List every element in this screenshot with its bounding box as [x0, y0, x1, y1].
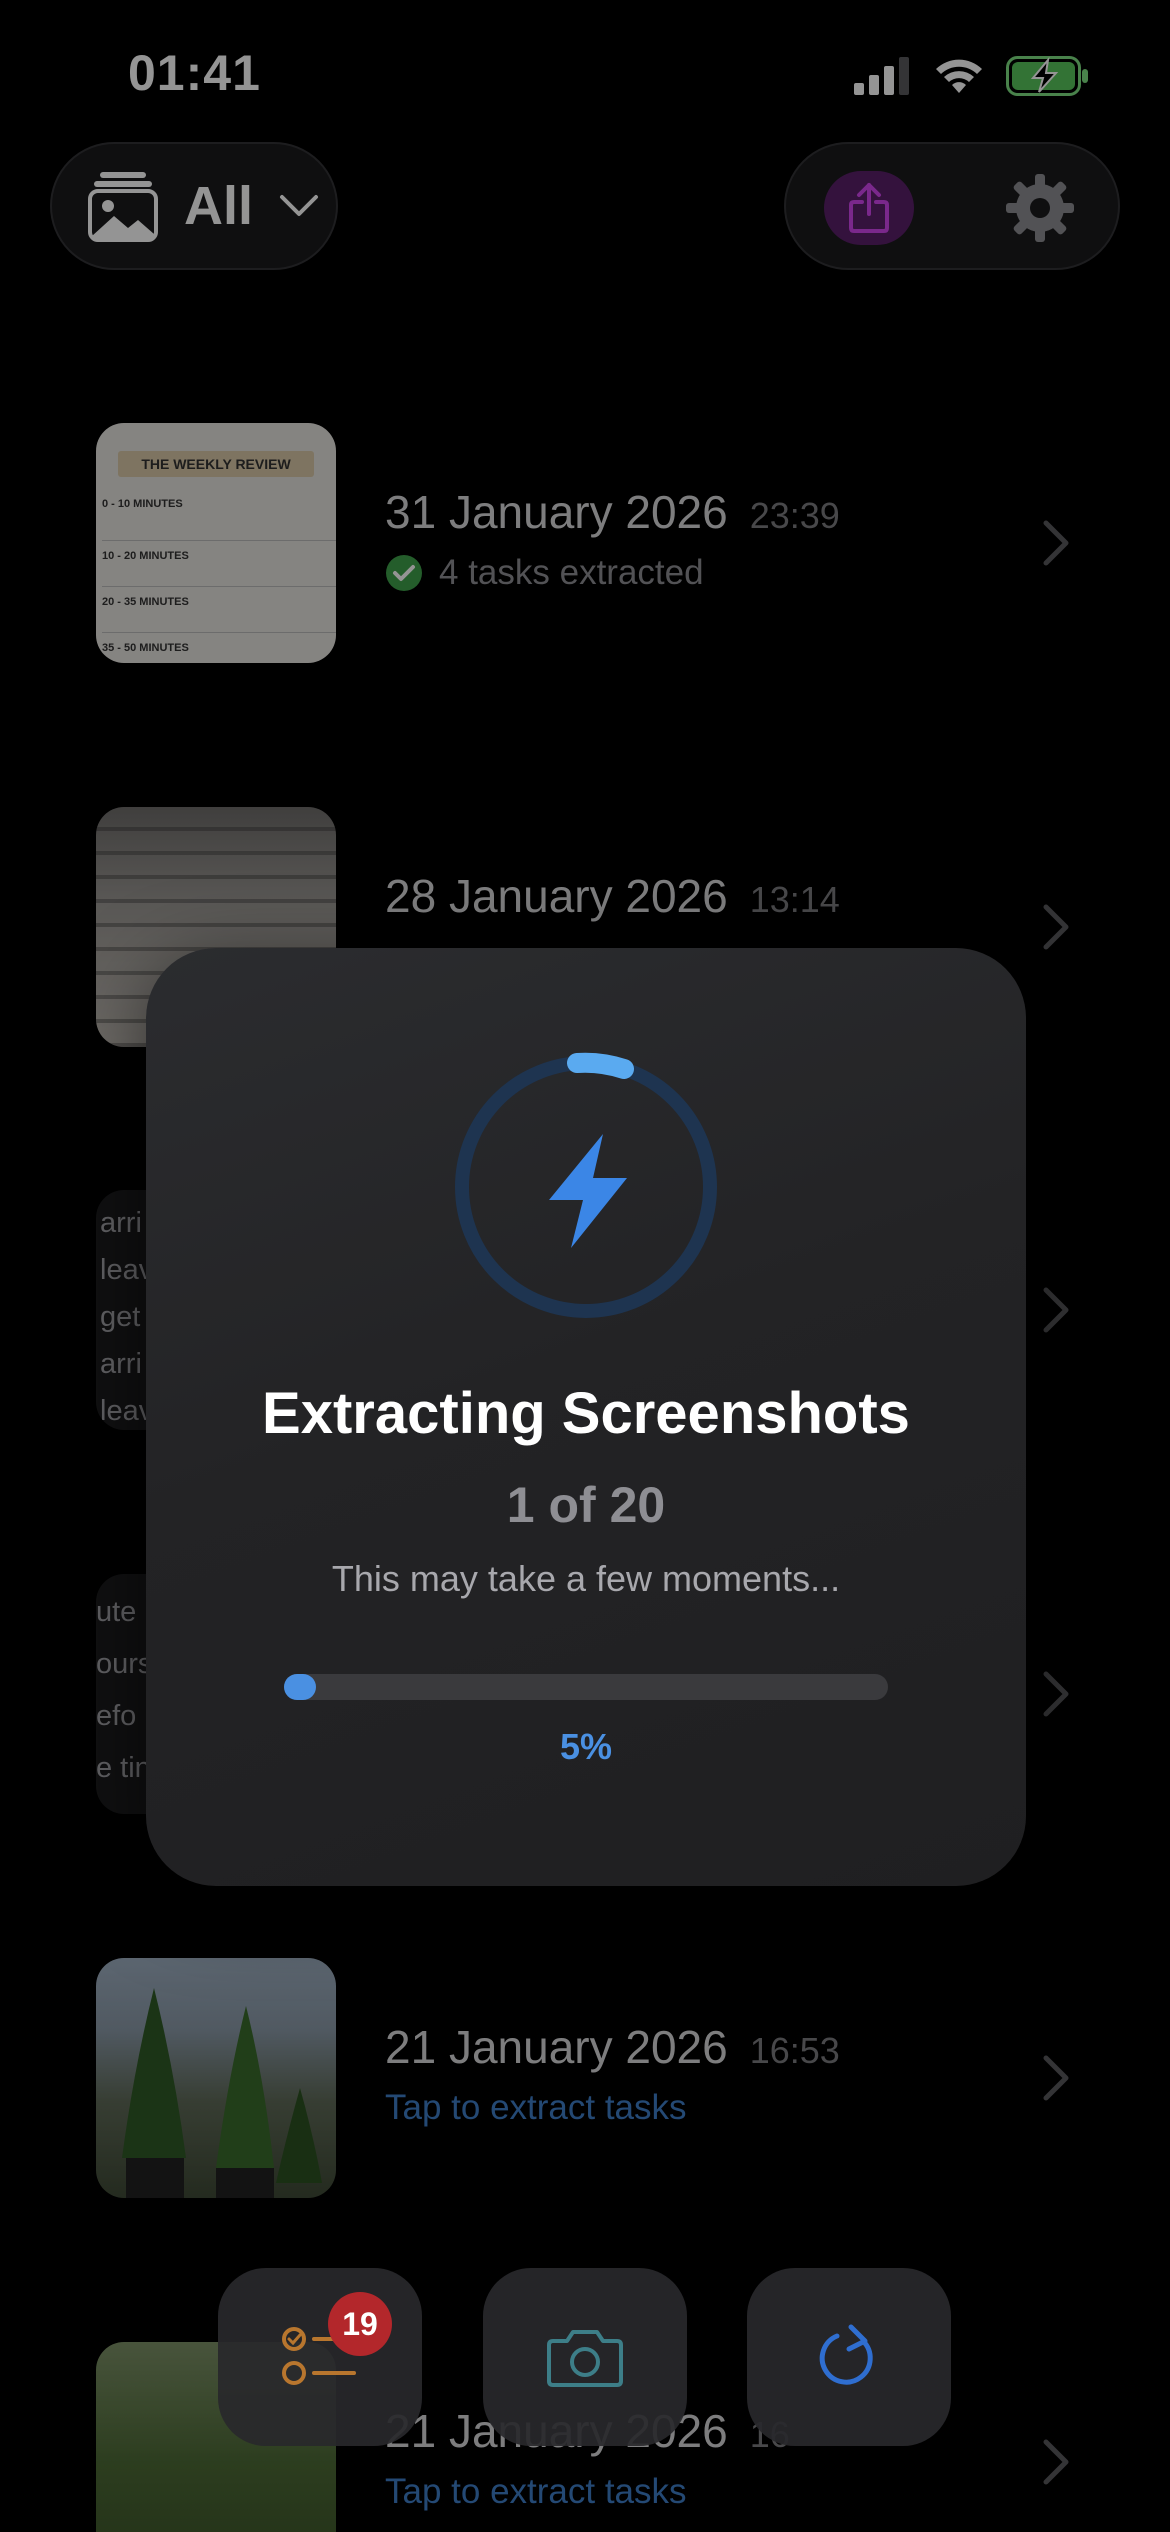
- camera-button[interactable]: [483, 2268, 687, 2446]
- tasks-count-badge: 19: [328, 2292, 392, 2356]
- extraction-progress-dialog: Extracting Screenshots 1 of 20 This may …: [146, 948, 1026, 1886]
- thumbnail-line: 20 - 35 MINUTES: [102, 587, 336, 633]
- header-actions: [784, 142, 1120, 270]
- gear-icon: [1006, 174, 1074, 242]
- row-time: 16:53: [749, 2030, 840, 2071]
- status-time: 01:41: [128, 45, 261, 101]
- thumbnail-line: 10 - 20 MINUTES: [102, 541, 336, 587]
- chevron-right-icon: [1043, 1287, 1069, 1333]
- list-item[interactable]: 21 January 2026 16:53 Tap to extract task…: [0, 1958, 1170, 2198]
- photo-album-icon: [88, 172, 158, 242]
- battery-charging-icon: [1006, 56, 1088, 96]
- camera-icon: [547, 2330, 623, 2387]
- progress-bar: [284, 1674, 888, 1700]
- list-item[interactable]: THE WEEKLY REVIEW 0 - 10 MINUTES 10 - 20…: [0, 423, 1170, 663]
- chevron-right-icon: [1043, 520, 1069, 566]
- row-time: 23:39: [749, 495, 840, 536]
- modal-title: Extracting Screenshots: [262, 1381, 910, 1446]
- row-date: 21 January 2026 16:53: [385, 2021, 840, 2073]
- album-selector-button[interactable]: All: [50, 142, 338, 270]
- checkmark-circle-icon: [386, 555, 422, 591]
- refresh-button[interactable]: [747, 2268, 951, 2446]
- status-icons: [854, 56, 1090, 96]
- cellular-signal-icon: [854, 57, 909, 95]
- chevron-right-icon: [1043, 1671, 1069, 1717]
- settings-button[interactable]: [1000, 168, 1080, 248]
- chevron-right-icon: [1043, 2055, 1069, 2101]
- row-time: 13:14: [749, 879, 840, 920]
- screenshot-thumbnail: THE WEEKLY REVIEW 0 - 10 MINUTES 10 - 20…: [96, 423, 336, 663]
- row-date: 28 January 2026 13:14: [385, 870, 840, 922]
- chevron-right-icon: [1043, 904, 1069, 950]
- thumbnail-title: THE WEEKLY REVIEW: [118, 451, 314, 477]
- refresh-icon: [819, 2324, 873, 2385]
- extract-tasks-link[interactable]: Tap to extract tasks: [385, 2472, 687, 2512]
- progress-ring: [455, 1052, 717, 1318]
- extract-tasks-link[interactable]: Tap to extract tasks: [385, 2088, 687, 2128]
- status-bar: 01:41: [0, 0, 1170, 150]
- row-date: 31 January 2026 23:39: [385, 486, 840, 538]
- share-button[interactable]: [824, 171, 914, 245]
- wifi-icon: [936, 59, 982, 93]
- chevron-down-icon: [280, 195, 319, 216]
- screenshot-thumbnail: [96, 1958, 336, 2198]
- tasks-button[interactable]: 19: [218, 2268, 422, 2446]
- bottom-toolbar: 19: [0, 2268, 1170, 2448]
- progress-bar-fill: [284, 1674, 316, 1700]
- modal-subtitle: This may take a few moments...: [331, 1558, 841, 1599]
- thumbnail-line: 0 - 10 MINUTES: [102, 495, 336, 541]
- row-status: 4 tasks extracted: [385, 553, 704, 593]
- progress-percent: 5%: [559, 1726, 613, 1767]
- lightning-bolt-icon: [549, 1134, 627, 1248]
- thumbnail-line: 35 - 50 MINUTES: [102, 642, 189, 654]
- album-label: All: [184, 176, 254, 236]
- row-status-text: 4 tasks extracted: [439, 553, 704, 592]
- progress-count: 1 of 20: [506, 1477, 666, 1533]
- share-icon: [849, 183, 889, 233]
